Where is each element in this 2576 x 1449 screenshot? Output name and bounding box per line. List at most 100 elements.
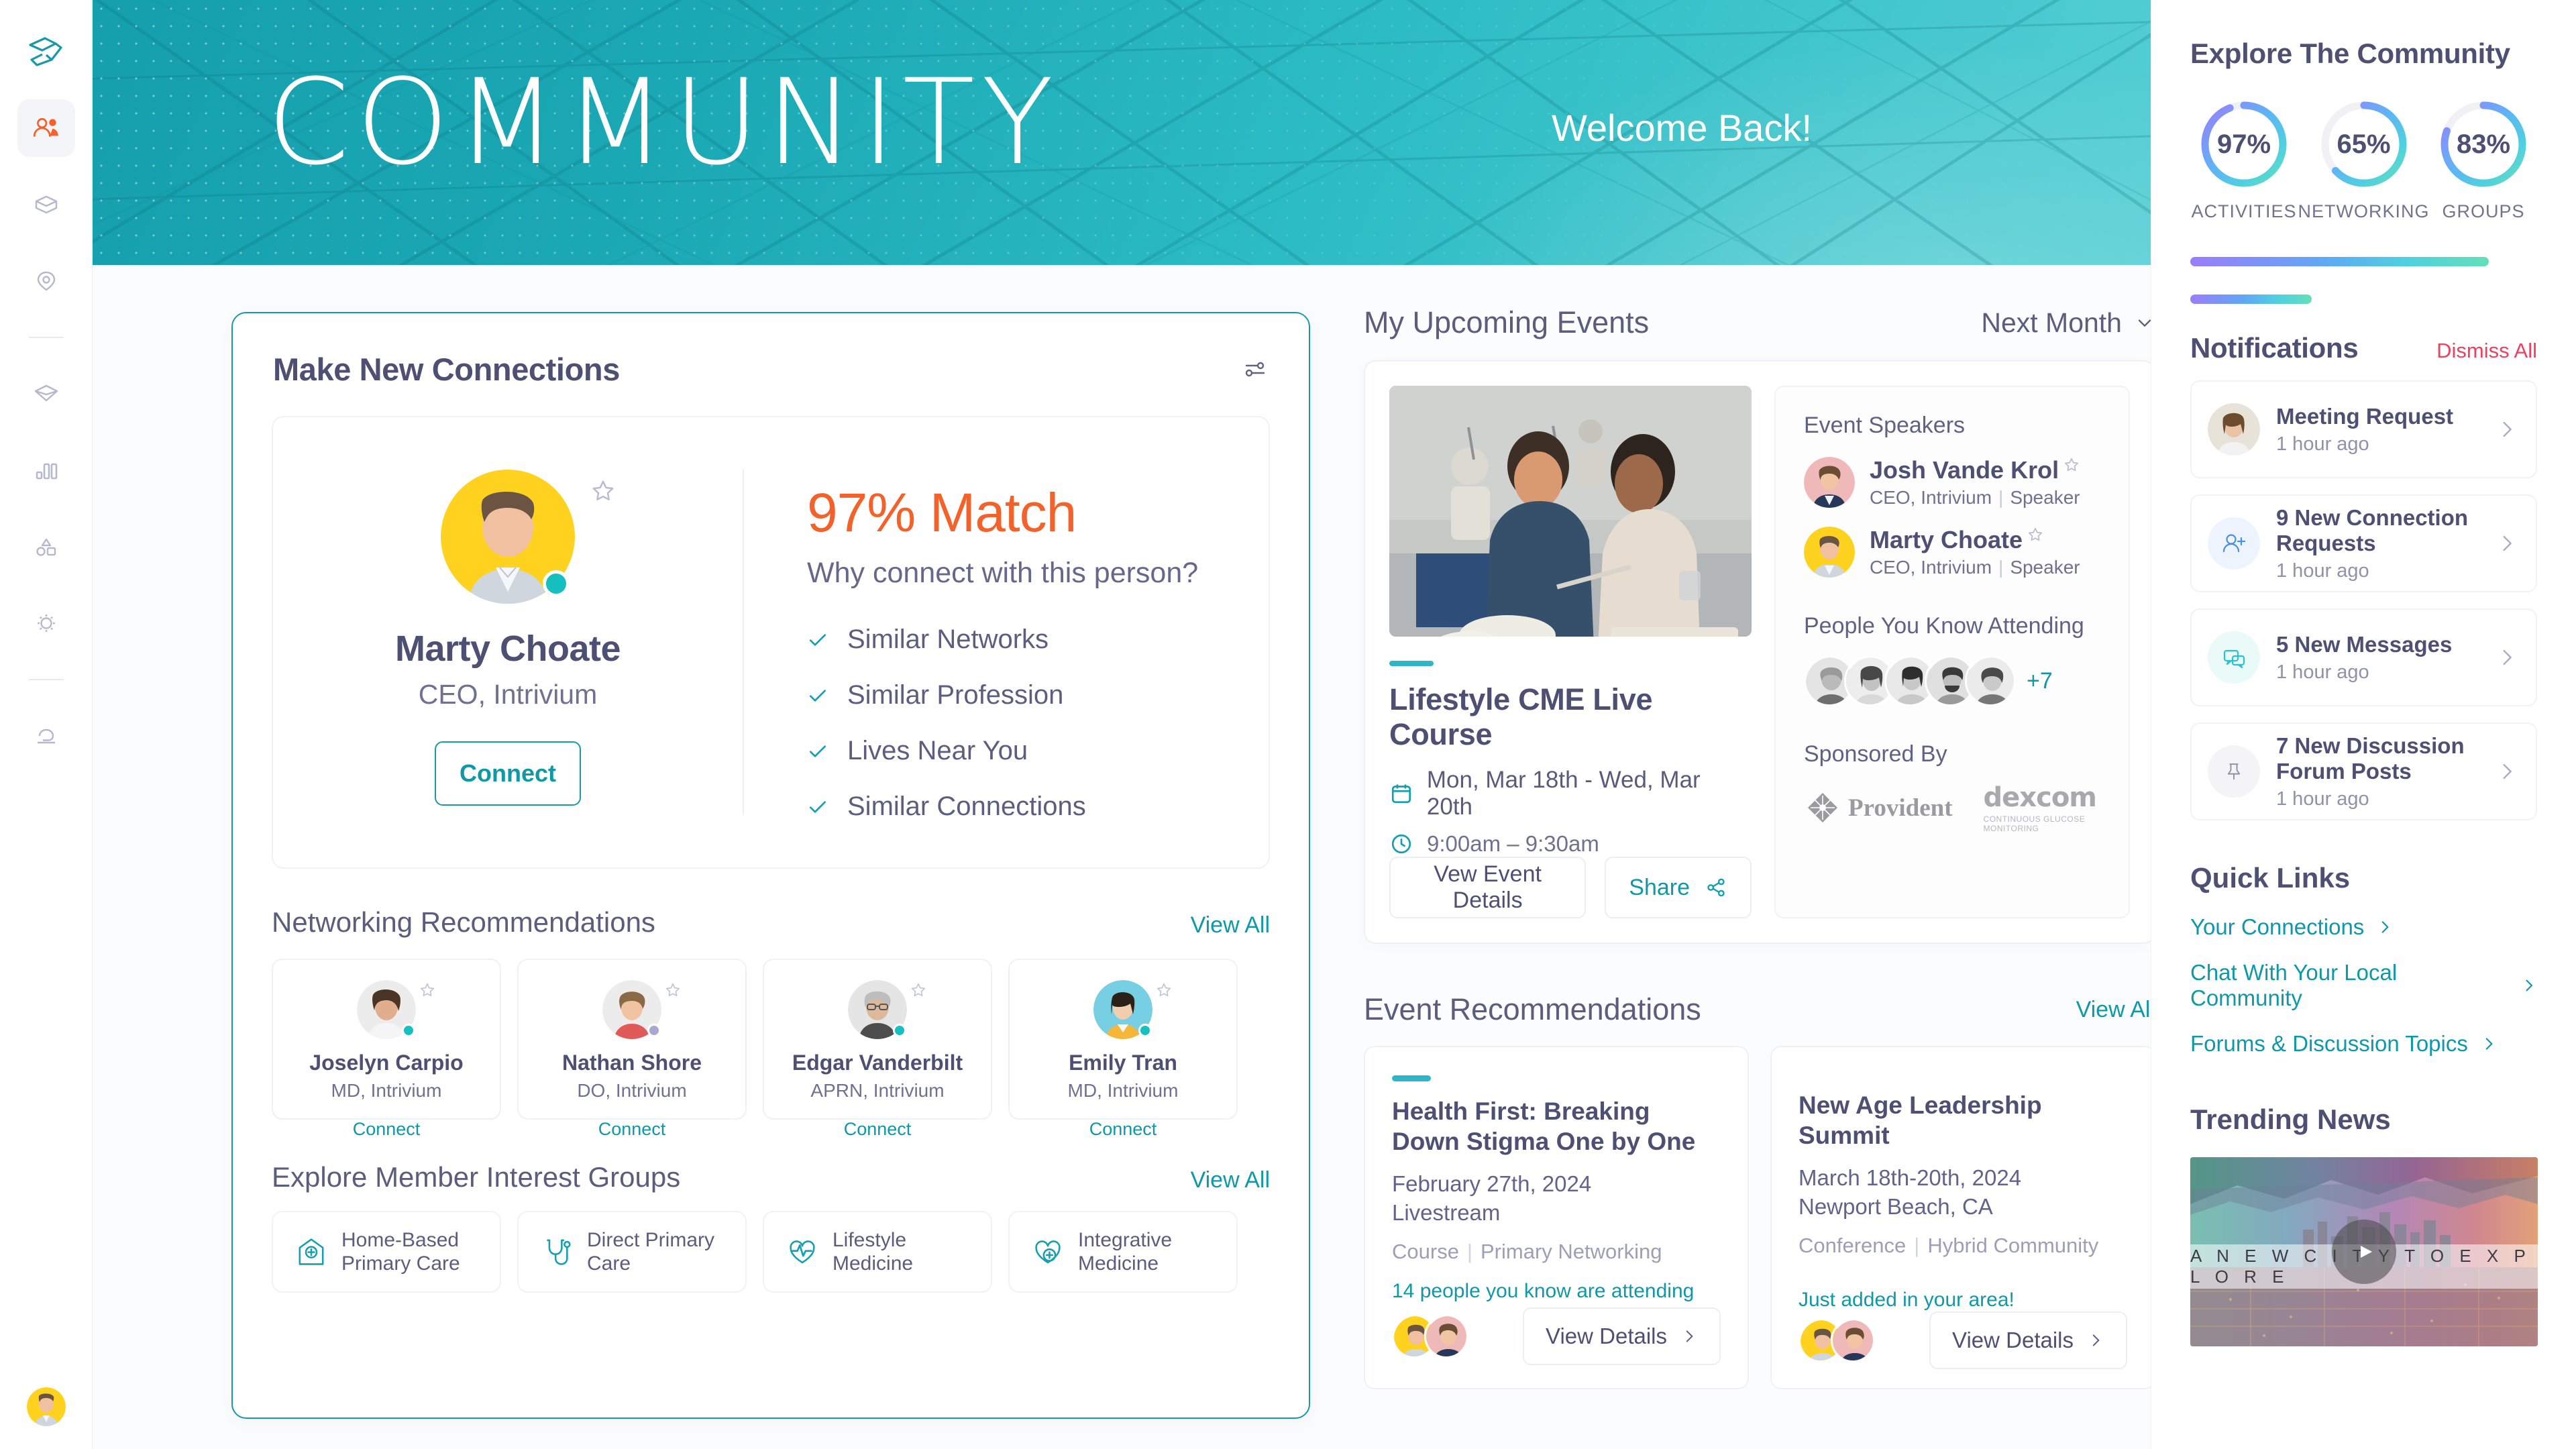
favorite-star-icon[interactable] xyxy=(910,981,927,999)
notification-item[interactable]: 5 New Messages 1 hour ago xyxy=(2190,608,2537,706)
notification-body: 5 New Messages 1 hour ago xyxy=(2276,632,2479,684)
month-filter-value: Next Month xyxy=(1981,307,2122,338)
person-name: Edgar Vanderbilt xyxy=(792,1051,963,1075)
featured-avatar-wrap xyxy=(441,470,614,604)
quick-link-your-connections[interactable]: Your Connections xyxy=(2190,914,2537,940)
event-date: Mon, Mar 18th - Wed, Mar 20th xyxy=(1426,767,1701,820)
group-label: Lifestyle Medicine xyxy=(833,1228,914,1275)
view-all-events-link[interactable]: View All xyxy=(2076,997,2155,1023)
diamond-icon xyxy=(31,378,62,409)
explore-community-title: Explore The Community xyxy=(2190,38,2510,69)
panel-header: Make New Connections xyxy=(233,313,1309,388)
person-role: APRN, Intrivium xyxy=(810,1080,945,1101)
group-label: Direct Primary Care xyxy=(587,1228,715,1275)
view-details-button[interactable]: View Details xyxy=(1523,1307,1721,1365)
favorite-star-icon[interactable] xyxy=(2027,526,2044,543)
view-all-groups-link[interactable]: View All xyxy=(1191,1167,1270,1193)
reason-label: Similar Connections xyxy=(847,792,1086,821)
quick-link-label: Chat With Your Local Community xyxy=(2190,960,2398,1010)
favorite-star-icon[interactable] xyxy=(664,981,682,999)
connect-link[interactable]: Connect xyxy=(353,1119,421,1140)
trending-video-card[interactable]: A N E W C I T Y T O E X P L O R E xyxy=(2190,1157,2538,1346)
connect-link[interactable]: Connect xyxy=(598,1119,666,1140)
intrivium-logo-icon[interactable] xyxy=(17,23,75,80)
sidebar-item-shapes[interactable] xyxy=(17,518,75,576)
speaker-info: Josh Vande Krol CEO, Intrivium | Speaker xyxy=(1870,456,2080,508)
event-tag: Hybrid Community xyxy=(1927,1234,2099,1258)
event-tag: Conference xyxy=(1799,1234,1907,1258)
list-item[interactable]: Health First: Breaking Down Stigma One b… xyxy=(1364,1046,1749,1389)
check-icon xyxy=(810,633,826,646)
month-filter-dropdown[interactable]: Next Month xyxy=(1981,307,2155,339)
content-stage: Make New Connections Marty Choate CEO, I… xyxy=(93,265,2155,1449)
quick-link-forums-discussion[interactable]: Forums & Discussion Topics xyxy=(2190,1031,2537,1057)
stat-value: 97% xyxy=(2216,129,2271,159)
view-event-details-button[interactable]: Vew Event Details xyxy=(1389,857,1587,918)
favorite-star-icon[interactable] xyxy=(419,981,436,999)
list-item[interactable]: Emily Tran MD, Intrivium Connect xyxy=(1008,959,1238,1139)
notification-item[interactable]: 7 New Discussion Forum Posts 1 hour ago xyxy=(2190,722,2537,820)
upcoming-event-card: Lifestyle CME Live Course Mon, Mar 18th … xyxy=(1364,360,2155,944)
sidebar-item-support[interactable] xyxy=(17,707,75,765)
share-button[interactable]: Share xyxy=(1605,857,1752,918)
stat-value: 83% xyxy=(2456,129,2511,159)
quick-link-chat-local-community[interactable]: Chat With Your Local Community xyxy=(2190,960,2537,1011)
favorite-star-icon[interactable] xyxy=(2063,456,2080,474)
stat-groups[interactable]: 83% GROUPS xyxy=(2430,99,2537,222)
list-item[interactable]: Joselyn Carpio MD, Intrivium Connect xyxy=(272,959,501,1139)
speaker-role: CEO, Intrivium | Speaker xyxy=(1870,557,2080,578)
view-all-networking-link[interactable]: View All xyxy=(1191,912,1270,938)
person-role: MD, Intrivium xyxy=(331,1080,442,1101)
event-note: 14 people you know are attending xyxy=(1392,1280,1695,1303)
progress-ring: 65% xyxy=(2319,99,2409,189)
sidebar-item-rewards[interactable] xyxy=(17,365,75,423)
list-item[interactable]: Home-Based Primary Care xyxy=(272,1211,501,1293)
favorite-star-icon[interactable] xyxy=(590,478,616,504)
list-item[interactable]: Direct Primary Care xyxy=(517,1211,747,1293)
match-details: 97% Match Why connect with this person? … xyxy=(744,417,1269,867)
person-avatar-wrap xyxy=(848,980,926,1039)
share-icon xyxy=(1707,878,1725,897)
list-item[interactable]: Integrative Medicine xyxy=(1008,1211,1238,1293)
view-details-button[interactable]: View Details xyxy=(1929,1311,2127,1370)
check-icon xyxy=(810,800,826,813)
sidebar-item-products[interactable] xyxy=(17,176,75,233)
connect-button[interactable]: Connect xyxy=(435,741,581,806)
dismiss-all-link[interactable]: Dismiss All xyxy=(2436,339,2537,363)
notification-item[interactable]: 9 New Connection Requests 1 hour ago xyxy=(2190,494,2537,592)
event-main: Lifestyle CME Live Course Mon, Mar 18th … xyxy=(1389,386,1752,918)
avatar xyxy=(2208,403,2260,455)
why-connect-label: Why connect with this person? xyxy=(807,557,1199,589)
sidebar-item-locations[interactable] xyxy=(17,252,75,310)
speaker-info: Marty Choate CEO, Intrivium | Speaker xyxy=(1870,526,2080,578)
sidebar-item-settings[interactable] xyxy=(17,594,75,652)
sidebar-item-analytics[interactable] xyxy=(17,441,75,499)
stat-networking[interactable]: 65% NETWORKING xyxy=(2298,99,2429,222)
stat-activities[interactable]: 97% ACTIVITIES xyxy=(2190,99,2298,222)
progress-ring: 97% xyxy=(2199,99,2289,189)
list-item[interactable]: Edgar Vanderbilt APRN, Intrivium Connect xyxy=(763,959,992,1139)
sidebar-user[interactable] xyxy=(0,1387,93,1426)
upcoming-events-header: My Upcoming Events Next Month xyxy=(1364,305,2155,340)
speaker-item[interactable]: Josh Vande Krol CEO, Intrivium | Speaker xyxy=(1804,456,2100,508)
list-item[interactable]: Lifestyle Medicine xyxy=(763,1211,992,1293)
clock-icon xyxy=(1391,834,1411,854)
sponsored-label: Sponsored By xyxy=(1804,741,1947,767)
speaker-item[interactable]: Marty Choate CEO, Intrivium | Speaker xyxy=(1804,526,2100,578)
sliders-icon[interactable] xyxy=(1242,356,1269,383)
person-add-icon xyxy=(2208,517,2260,570)
attendee-avatars: +7 xyxy=(1804,655,2100,706)
event-tags: Course | Primary Networking xyxy=(1392,1240,1662,1264)
left-sidebar xyxy=(0,0,93,1449)
list-item[interactable]: New Age Leadership Summit March 18th-20t… xyxy=(1770,1046,2155,1389)
speaker-role: CEO, Intrivium | Speaker xyxy=(1870,487,2080,508)
play-icon[interactable] xyxy=(2332,1220,2396,1284)
list-item[interactable]: Nathan Shore DO, Intrivium Connect xyxy=(517,959,747,1139)
favorite-star-icon[interactable] xyxy=(1155,981,1173,999)
connect-link[interactable]: Connect xyxy=(1089,1119,1157,1140)
attendee-overflow-count[interactable]: +7 xyxy=(2027,668,2053,694)
connect-link[interactable]: Connect xyxy=(844,1119,912,1140)
notification-item[interactable]: Meeting Request 1 hour ago xyxy=(2190,380,2537,478)
sidebar-item-community[interactable] xyxy=(17,99,75,157)
calendar-icon xyxy=(1391,784,1411,804)
